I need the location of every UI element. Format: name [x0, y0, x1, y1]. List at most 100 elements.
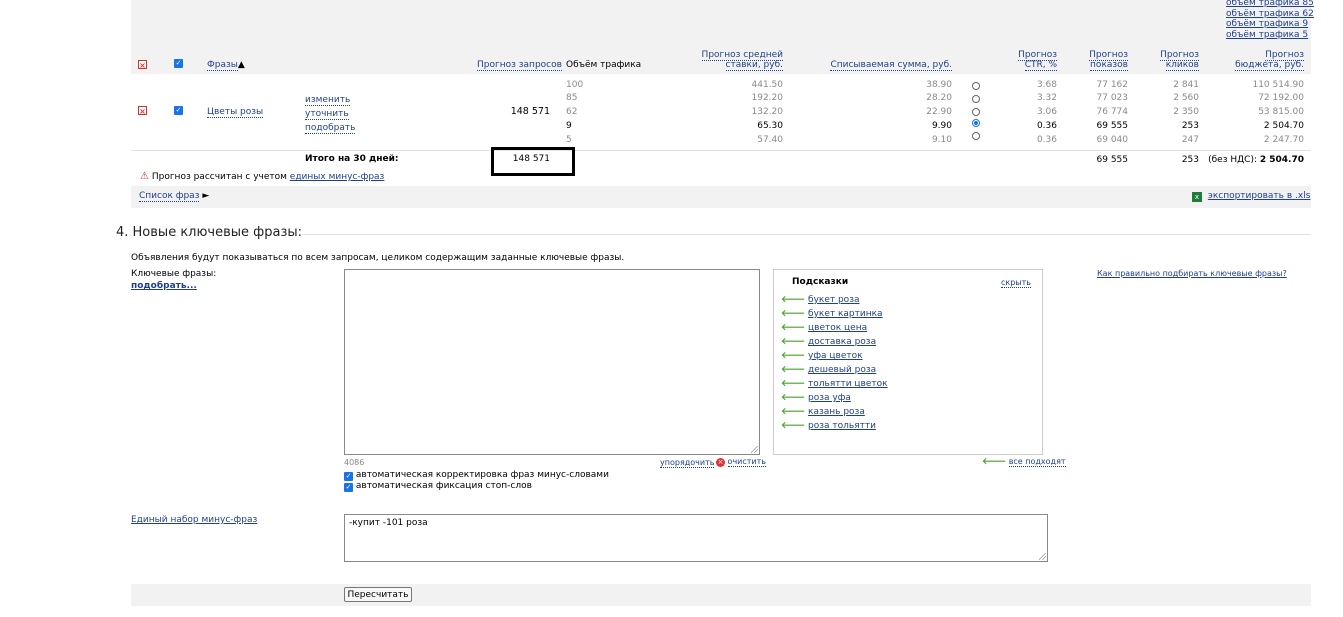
row-traffic: 5: [566, 135, 572, 145]
recalculate-button[interactable]: Пересчитать: [344, 587, 412, 602]
phrases-sort-link[interactable]: Фразы: [207, 60, 238, 71]
row-radio[interactable]: [972, 95, 980, 103]
action-change-link[interactable]: изменить: [305, 95, 351, 106]
row-radio-selected[interactable]: [972, 119, 980, 127]
order-link[interactable]: упорядочить: [660, 458, 715, 468]
auto-stop-checkbox[interactable]: ✓: [344, 483, 353, 492]
minus-phrases-label-link[interactable]: Единый набор минус-фраз: [131, 515, 257, 525]
hint-item-label[interactable]: букет роза: [808, 295, 859, 305]
pick-keywords-link[interactable]: подобрать...: [131, 281, 197, 291]
all-fit-link[interactable]: все подходят: [1008, 457, 1066, 467]
row-radio[interactable]: [972, 132, 980, 140]
charged-sum-header[interactable]: Списываемая сумма, руб.: [830, 60, 952, 71]
row-ctr: 0.36: [1036, 135, 1057, 145]
hint-item-label[interactable]: уфа цветок: [808, 351, 863, 361]
resize-grip-icon[interactable]: [751, 446, 758, 453]
hint-item[interactable]: 🡐 уфа цветок: [781, 349, 888, 363]
hint-item[interactable]: 🡐 казань роза: [781, 405, 888, 419]
traffic-link-5[interactable]: объём трафика 5: [1226, 30, 1308, 40]
hint-item-label[interactable]: казань роза: [808, 407, 865, 417]
shows-header-line2[interactable]: показов: [1090, 60, 1128, 71]
clear-control[interactable]: × очистить: [716, 457, 766, 467]
hint-item[interactable]: 🡐 букет роза: [781, 293, 888, 307]
phrase-requests: 148 571: [510, 106, 550, 117]
hint-item-label[interactable]: тольятти цветок: [808, 379, 888, 389]
all-fit-control[interactable]: 🡐 все подходят: [982, 456, 1066, 467]
phrase-list-link[interactable]: Список фраз: [139, 191, 200, 202]
row-traffic: 100: [566, 80, 584, 90]
ctr-header-line2[interactable]: CTR, %: [1024, 60, 1057, 71]
hint-item-label[interactable]: роза уфа: [808, 393, 851, 403]
section-description: Объявления будут показываться по всем за…: [131, 253, 625, 263]
traffic-link-9[interactable]: объём трафика 9: [1226, 19, 1308, 29]
row-ctr: 3.32: [1036, 93, 1057, 103]
clear-link[interactable]: очистить: [727, 457, 766, 467]
hint-item-label[interactable]: роза тольятти: [808, 421, 876, 431]
clicks-header-line2[interactable]: кликов: [1165, 60, 1199, 71]
row-budget: 53 815.00: [1258, 107, 1304, 117]
total-clicks: 253: [1181, 155, 1199, 165]
row-radio[interactable]: [972, 108, 980, 116]
hint-item-label[interactable]: цветок цена: [808, 323, 867, 333]
expand-arrow-icon: ►: [202, 191, 210, 201]
total-requests: 148 571: [512, 154, 550, 164]
auto-stop-option[interactable]: ✓ автоматическая фиксация стоп-слов: [344, 481, 532, 492]
delete-phrase-icon[interactable]: ×: [138, 106, 147, 116]
row-shows: 77 023: [1096, 93, 1129, 103]
row-ctr: 3.06: [1036, 107, 1057, 117]
export-control[interactable]: x экспортировать в .xls: [1192, 191, 1310, 202]
avg-bid-header-line2[interactable]: ставки, руб.: [725, 60, 783, 71]
warning-minus-phrases-link[interactable]: единых минус-фраз: [290, 172, 385, 182]
action-pick-link[interactable]: подобрать: [305, 123, 356, 134]
auto-correct-option[interactable]: ✓ автоматическая корректировка фраз мину…: [344, 470, 609, 481]
add-all-arrow-icon: 🡐: [982, 457, 1007, 467]
auto-correct-checkbox[interactable]: ✓: [344, 472, 353, 481]
phrase-checkbox[interactable]: ✓: [174, 106, 183, 115]
row-sum: 22.90: [926, 107, 952, 117]
row-budget: 72 192.00: [1258, 93, 1304, 103]
forecast-warning: ⚠ Прогноз рассчитан с учетом единых мину…: [140, 171, 384, 182]
hint-item[interactable]: 🡐 роза тольятти: [781, 419, 888, 433]
warning-icon: ⚠: [140, 171, 149, 182]
hint-item[interactable]: 🡐 цветок цена: [781, 321, 888, 335]
total-label: Итого на 30 дней:: [305, 154, 399, 164]
auto-correct-label: автоматическая корректировка фраз минус-…: [355, 470, 609, 480]
hint-item[interactable]: 🡐 роза уфа: [781, 391, 888, 405]
delete-all-icon[interactable]: ×: [138, 60, 147, 70]
add-arrow-icon: 🡐: [781, 407, 806, 417]
row-bid: 441.50: [751, 80, 784, 90]
hint-item-label[interactable]: букет картинка: [808, 309, 883, 319]
hint-item[interactable]: 🡐 доставка роза: [781, 335, 888, 349]
phrase-list-toggle[interactable]: Список фраз ►: [139, 191, 210, 202]
hint-item[interactable]: 🡐 дешевый роза: [781, 363, 888, 377]
traffic-link-85[interactable]: объём трафика 85: [1226, 0, 1314, 8]
row-shows: 69 555: [1096, 121, 1129, 131]
help-keywords-link[interactable]: Как правильно подбирать ключевые фразы?: [1097, 269, 1287, 278]
row-budget: 110 514.90: [1252, 80, 1304, 90]
resize-grip-icon[interactable]: [1039, 553, 1046, 560]
add-arrow-icon: 🡐: [781, 323, 806, 333]
row-radio[interactable]: [972, 82, 980, 90]
action-refine-link[interactable]: уточнить: [305, 109, 349, 120]
char-counter: 4086: [344, 458, 365, 467]
add-arrow-icon: 🡐: [781, 295, 806, 305]
keywords-textarea[interactable]: [344, 269, 760, 455]
action-bar-background: [131, 584, 1311, 606]
export-xls-link[interactable]: экспортировать в .xls: [1208, 191, 1311, 201]
add-arrow-icon: 🡐: [781, 365, 806, 375]
hint-item-label[interactable]: доставка роза: [808, 337, 876, 347]
phrase-name[interactable]: Цветы розы: [207, 107, 264, 118]
hint-item-label[interactable]: дешевый роза: [808, 365, 876, 375]
hint-item[interactable]: 🡐 тольятти цветок: [781, 377, 888, 391]
forecast-requests-header[interactable]: Прогноз запросов: [477, 60, 562, 71]
select-all-checkbox[interactable]: ✓: [174, 59, 183, 68]
phrase-actions: изменить уточнить подобрать: [305, 93, 356, 135]
hide-hints-link[interactable]: скрыть: [1001, 278, 1031, 288]
phrases-header: Фразы▲: [207, 60, 245, 71]
traffic-link-62[interactable]: объём трафика 62: [1226, 9, 1314, 19]
hint-item[interactable]: 🡐 букет картинка: [781, 307, 888, 321]
minus-phrases-textarea[interactable]: -купит -101 роза: [344, 514, 1048, 562]
traffic-links: объём трафика 85 объём трафика 62 объём …: [1226, 0, 1314, 40]
add-arrow-icon: 🡐: [781, 351, 806, 361]
budget-header-line2[interactable]: бюджета, руб.: [1235, 60, 1304, 71]
